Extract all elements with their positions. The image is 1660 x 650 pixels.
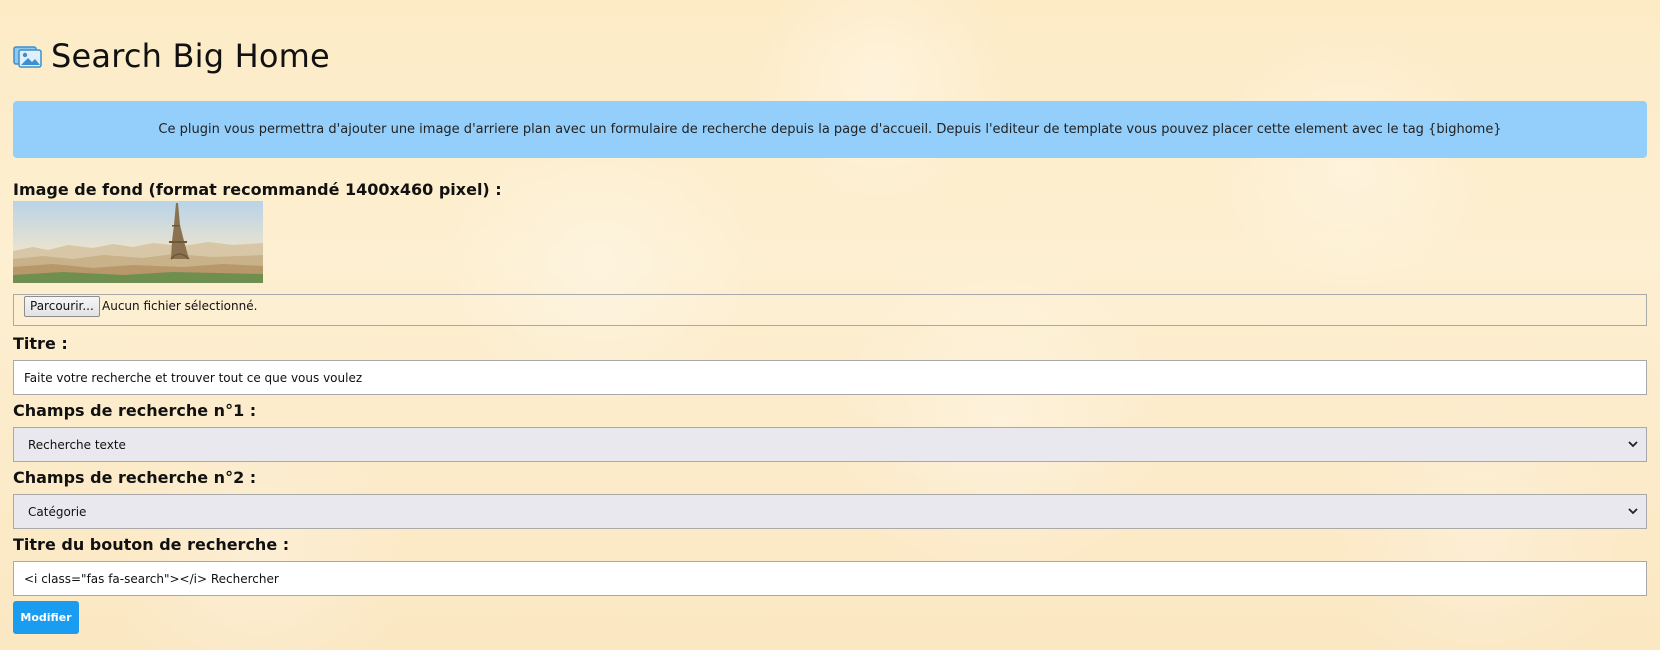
modify-button[interactable]: Modifier — [13, 601, 79, 634]
search-button-title-input[interactable] — [13, 561, 1647, 596]
page-header: Search Big Home — [13, 34, 330, 78]
search-field-1-label: Champs de recherche n°1 : — [13, 401, 257, 420]
file-status-text: Aucun fichier sélectionné. — [102, 299, 258, 313]
title-label: Titre : — [13, 334, 68, 353]
search-field-2-label: Champs de recherche n°2 : — [13, 468, 257, 487]
images-icon — [13, 43, 43, 69]
page-title: Search Big Home — [51, 37, 330, 75]
search-field-2-value: Catégorie — [28, 505, 87, 519]
title-input[interactable] — [13, 360, 1647, 395]
search-button-title-label: Titre du bouton de recherche : — [13, 535, 290, 554]
file-input[interactable]: Parcourir... Aucun fichier sélectionné. — [13, 294, 1647, 326]
chevron-down-icon — [1626, 504, 1640, 518]
background-image-preview — [13, 201, 263, 283]
image-label: Image de fond (format recommandé 1400x46… — [13, 180, 502, 199]
search-field-2-select[interactable]: Catégorie — [13, 494, 1647, 529]
info-text: Ce plugin vous permettra d'ajouter une i… — [158, 122, 1502, 137]
search-field-1-select[interactable]: Recherche texte — [13, 427, 1647, 462]
browse-button[interactable]: Parcourir... — [24, 296, 100, 317]
search-field-1-value: Recherche texte — [28, 438, 126, 452]
chevron-down-icon — [1626, 437, 1640, 451]
info-alert: Ce plugin vous permettra d'ajouter une i… — [13, 101, 1647, 158]
